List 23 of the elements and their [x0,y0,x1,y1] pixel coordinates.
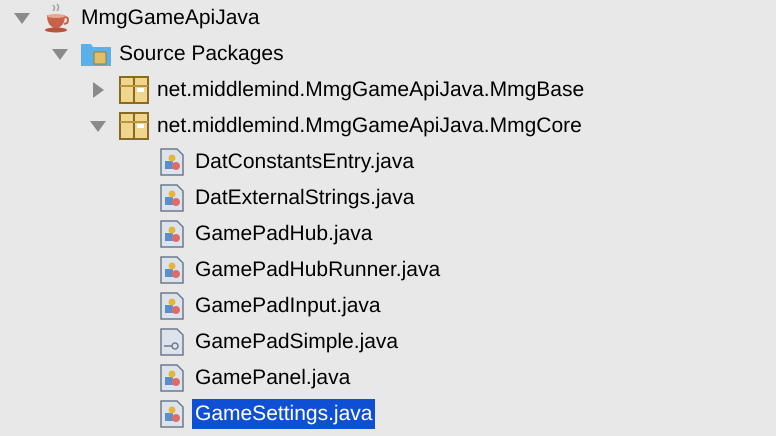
tree-item-label[interactable]: GamePadHub.java [192,219,376,249]
java-file-icon [160,292,184,320]
tree-item-label[interactable]: net.middlemind.MmgGameApiJava.MmgBase [154,75,588,105]
java-file-icon [160,184,184,212]
interface-file-icon [160,328,184,356]
folder-icon [80,41,112,67]
tree-item-label[interactable]: GamePadInput.java [192,291,384,321]
tree-item-label[interactable]: MmgGameApiJava [78,3,263,33]
tree-item-label[interactable]: DatConstantsEntry.java [192,147,418,177]
java-file-icon [160,148,184,176]
tree-item-label[interactable]: GamePadSimple.java [192,327,402,357]
tree-item-label[interactable]: GameSettings.java [192,399,376,429]
java-file-icon [160,256,184,284]
package-icon [119,112,149,140]
tree-item-label[interactable]: GamePadHubRunner.java [192,255,444,285]
tree-item-label[interactable]: Source Packages [116,39,287,69]
java-file-icon [160,400,184,428]
tree-item-label[interactable]: GamePanel.java [192,363,354,393]
java-file-icon [160,364,184,392]
package-icon [119,76,149,104]
tree-item-label[interactable]: net.middlemind.MmgGameApiJava.MmgCore [154,111,585,141]
java-file-icon [160,220,184,248]
tree-item-label[interactable]: DatExternalStrings.java [192,183,418,213]
